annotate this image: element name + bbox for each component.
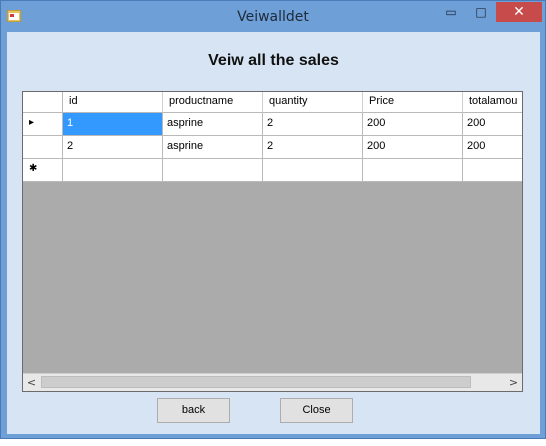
row-header-current-icon[interactable]: ▸ <box>23 113 63 136</box>
table-cell[interactable]: 200 <box>463 113 522 136</box>
close-window-button[interactable]: ✕ <box>496 2 542 22</box>
back-button[interactable]: back <box>157 398 230 423</box>
column-header-id[interactable]: id <box>63 92 163 113</box>
table-cell[interactable] <box>363 159 463 182</box>
header-row: id productname quantity Price totalamou <box>23 92 522 113</box>
row-header[interactable] <box>23 136 63 159</box>
table-cell[interactable]: 2 <box>263 136 363 159</box>
grid-corner[interactable] <box>23 92 63 113</box>
sales-data-grid[interactable]: id productname quantity Price totalamou … <box>22 91 523 392</box>
column-header-productname[interactable]: productname <box>163 92 263 113</box>
new-row[interactable]: ✱ <box>23 159 522 182</box>
table-row[interactable]: ▸ 1 asprine 2 200 200 <box>23 113 522 136</box>
table-cell[interactable]: 200 <box>363 113 463 136</box>
table-cell[interactable]: 2 <box>263 113 363 136</box>
table-cell[interactable] <box>163 159 263 182</box>
table-cell[interactable]: 200 <box>363 136 463 159</box>
title-bar[interactable]: Veiwalldet ▭ □ ✕ <box>1 1 545 32</box>
form-body: Veiw all the sales id productname quanti… <box>7 32 540 434</box>
new-row-asterisk-icon[interactable]: ✱ <box>23 159 63 182</box>
scroll-right-icon[interactable]: > <box>505 374 522 391</box>
table-cell[interactable] <box>63 159 163 182</box>
table-cell[interactable]: 1 <box>63 113 163 136</box>
table-cell[interactable]: asprine <box>163 113 263 136</box>
table-cell[interactable] <box>263 159 363 182</box>
table-cell[interactable]: asprine <box>163 136 263 159</box>
table-cell[interactable]: 200 <box>463 136 522 159</box>
table-row[interactable]: 2 asprine 2 200 200 <box>23 136 522 159</box>
app-window: Veiwalldet ▭ □ ✕ Veiw all the sales id p… <box>0 0 546 439</box>
scroll-left-icon[interactable]: < <box>23 374 40 391</box>
page-heading: Veiw all the sales <box>208 52 339 69</box>
close-button[interactable]: Close <box>280 398 353 423</box>
table-cell[interactable]: 2 <box>63 136 163 159</box>
column-header-quantity[interactable]: quantity <box>263 92 363 113</box>
table-cell[interactable] <box>463 159 522 182</box>
horizontal-scrollbar[interactable]: < > <box>23 373 522 391</box>
scroll-thumb[interactable] <box>41 376 471 388</box>
column-header-totalamount[interactable]: totalamou <box>463 92 522 113</box>
column-header-price[interactable]: Price <box>363 92 463 113</box>
maximize-button[interactable]: □ <box>467 2 495 22</box>
minimize-button[interactable]: ▭ <box>437 2 465 22</box>
